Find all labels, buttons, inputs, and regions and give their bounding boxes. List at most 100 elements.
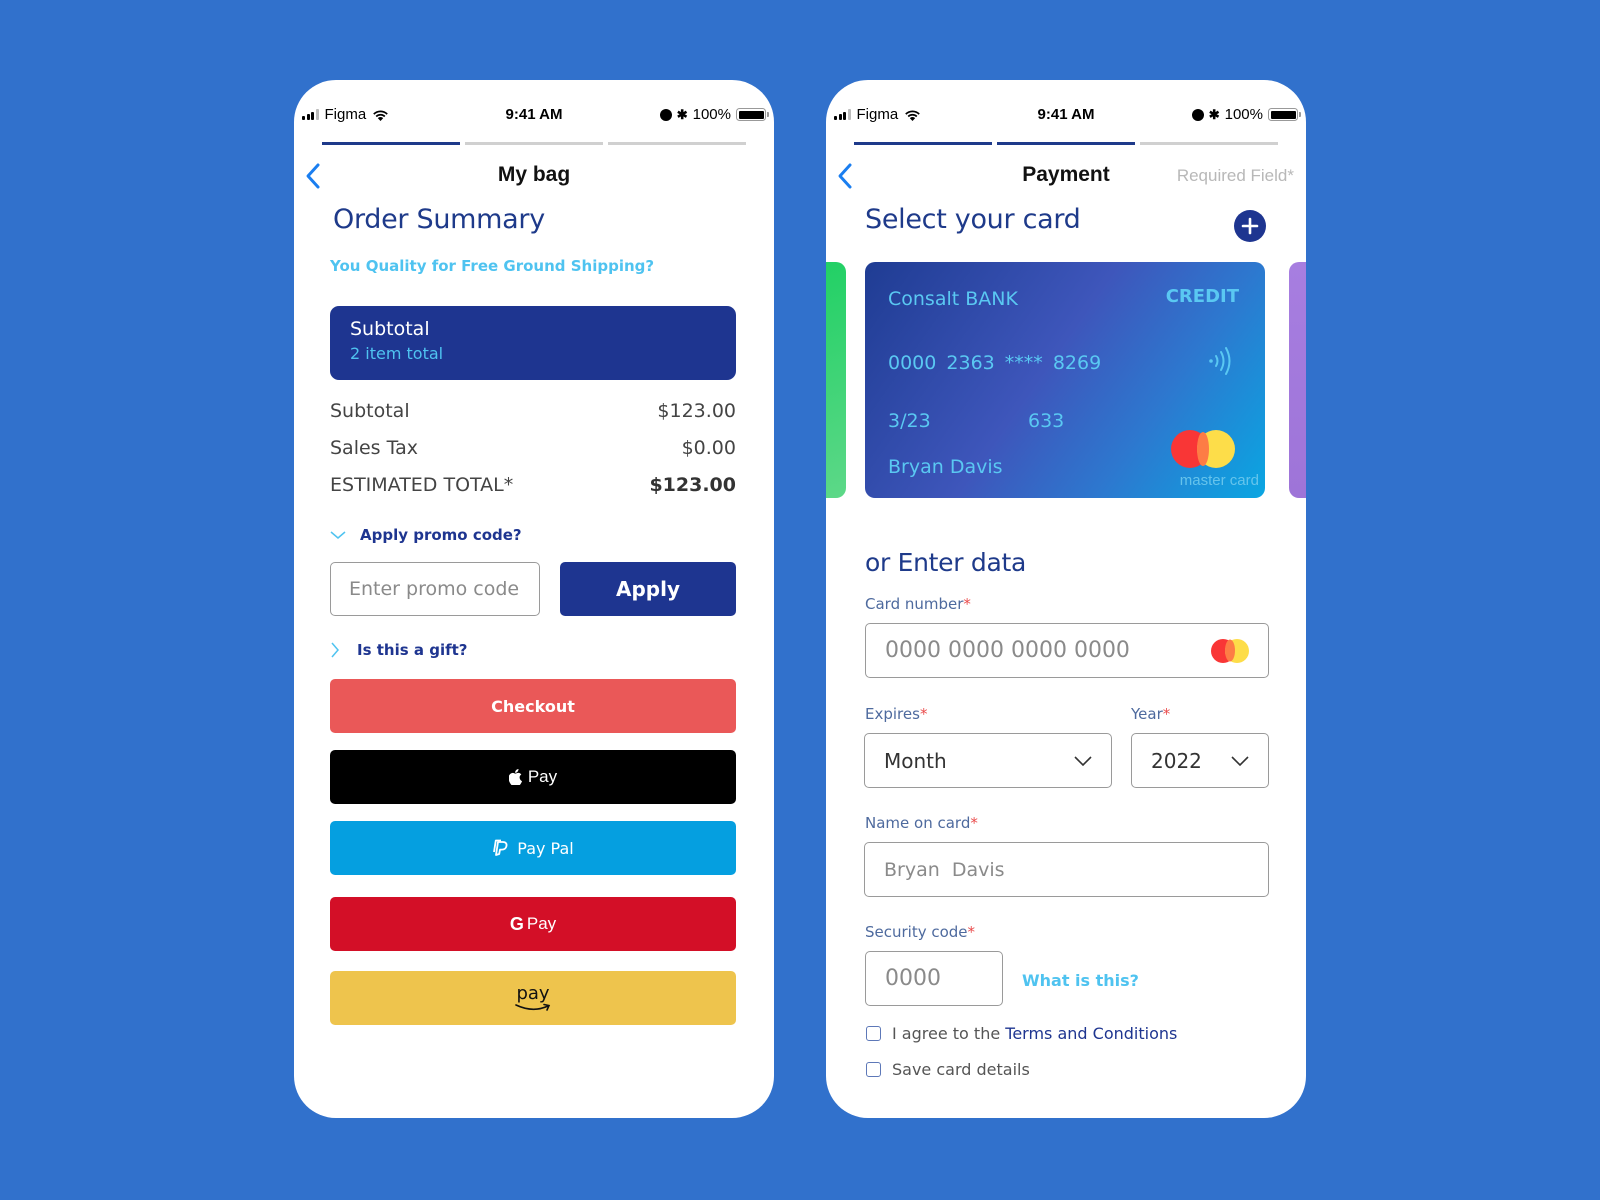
name-on-card-input[interactable] (884, 858, 1249, 881)
required-asterisk: * (970, 814, 978, 832)
apple-logo-icon (508, 769, 522, 785)
progress-step (997, 142, 1135, 145)
chevron-down-icon (1231, 755, 1249, 766)
paypal-logo-icon (493, 839, 508, 856)
card-network: master card (1179, 472, 1259, 489)
nav-bar: Payment Required Field* (826, 150, 1306, 200)
progress-step (465, 142, 603, 145)
enter-data-heading: or Enter data (865, 548, 1026, 577)
label-text: Year (1131, 705, 1163, 723)
card-type: CREDIT (1165, 286, 1239, 307)
battery-icon (736, 108, 769, 121)
bluetooth-icon: ✱ (1208, 106, 1220, 122)
apple-pay-label: Pay (527, 767, 558, 786)
plus-icon (1241, 217, 1259, 235)
chevron-down-icon (330, 531, 346, 539)
terms-checkbox[interactable] (866, 1026, 881, 1041)
estimated-total-row: ESTIMATED TOTAL* $123.00 (330, 474, 736, 496)
required-asterisk: * (967, 923, 976, 941)
terms-link[interactable]: Terms and Conditions (1005, 1024, 1177, 1043)
selected-month: Month (884, 748, 947, 773)
expiry-month-select[interactable]: Month (864, 733, 1112, 788)
checkout-button[interactable]: Checkout (330, 679, 736, 733)
save-card-label: Save card details (892, 1060, 1030, 1079)
gift-toggle[interactable]: Is this a gift? (330, 641, 468, 659)
card-number-label: Card number* (865, 595, 971, 613)
alarm-icon (659, 108, 672, 121)
next-card[interactable] (1289, 262, 1306, 498)
status-bar: Figma 9:41 AM ✱ 100% (294, 104, 774, 126)
amazon-pay-label: pay (516, 982, 550, 1004)
paypal-label: Pay Pal (517, 838, 574, 858)
apple-pay-button[interactable]: Pay (330, 750, 736, 804)
line-label: Sales Tax (330, 437, 418, 459)
item-count: 2 item total (350, 344, 444, 363)
google-g-icon: G (509, 913, 524, 934)
expiry-year-select[interactable]: 2022 (1131, 733, 1269, 788)
free-shipping-link[interactable]: You Quality for Free Ground Shipping? (330, 257, 654, 275)
subtotal-row: Subtotal $123.00 (330, 400, 736, 422)
progress-step (608, 142, 746, 145)
battery-icon (1268, 108, 1301, 121)
line-label: ESTIMATED TOTAL* (330, 474, 514, 496)
apply-button[interactable]: Apply (560, 562, 736, 616)
checkout-progress (322, 142, 746, 145)
line-label: Subtotal (330, 400, 410, 422)
google-pay-label: Pay (526, 914, 557, 933)
previous-card[interactable] (826, 262, 846, 498)
label-text: Name on card (865, 814, 971, 832)
paypal-button[interactable]: Pay Pal (330, 821, 736, 875)
chevron-down-icon (1074, 755, 1092, 766)
mastercard-logo-icon (1171, 430, 1235, 468)
payment-screen: Figma 9:41 AM ✱ 100% Payment Required Fi… (826, 80, 1306, 1118)
name-on-card-label: Name on card* (865, 814, 978, 832)
expires-label: Expires* (865, 705, 927, 723)
label-text: Expires (865, 705, 920, 723)
bag-screen: Figma 9:41 AM ✱ 100% My bag Order Summar… (294, 80, 774, 1118)
subtotal-box-title: Subtotal (350, 318, 430, 340)
security-code-input[interactable] (885, 966, 983, 991)
subtotal-summary-box: Subtotal 2 item total (330, 306, 736, 380)
amazon-pay-button[interactable]: pay (330, 971, 736, 1025)
required-field-note: Required Field* (1176, 166, 1294, 185)
what-is-this-link[interactable]: What is this? (1022, 971, 1139, 990)
google-pay-button[interactable]: G Pay (330, 897, 736, 951)
battery-percent: 100% (1224, 106, 1263, 123)
line-value: $0.00 (681, 437, 736, 459)
card-number-field[interactable] (865, 623, 1269, 678)
alarm-icon (1191, 108, 1204, 121)
progress-step (854, 142, 992, 145)
selected-credit-card[interactable]: Consalt BANK CREDIT 0000 2363 **** 8269 … (865, 262, 1265, 498)
security-code-label: Security code* (865, 923, 975, 941)
promo-code-input[interactable] (330, 562, 540, 616)
line-value: $123.00 (649, 474, 736, 496)
battery-percent: 100% (692, 106, 731, 123)
promo-code-toggle[interactable]: Apply promo code? (330, 526, 522, 544)
promo-toggle-label: Apply promo code? (360, 526, 522, 544)
terms-checkbox-row[interactable]: I agree to the Terms and Conditions (866, 1024, 1177, 1043)
bluetooth-icon: ✱ (676, 106, 688, 122)
terms-prefix: I agree to the (892, 1024, 1001, 1043)
security-code-field[interactable] (865, 951, 1003, 1006)
label-text: Card number (865, 595, 964, 613)
sales-tax-row: Sales Tax $0.00 (330, 437, 736, 459)
terms-text: I agree to the Terms and Conditions (892, 1024, 1177, 1043)
progress-step (1140, 142, 1278, 145)
save-card-checkbox-row[interactable]: Save card details (866, 1060, 1030, 1079)
gift-toggle-label: Is this a gift? (357, 641, 468, 659)
status-bar: Figma 9:41 AM ✱ 100% (826, 104, 1306, 126)
year-label: Year* (1131, 705, 1170, 723)
add-card-button[interactable] (1234, 210, 1266, 242)
page-title: My bag (497, 163, 571, 186)
required-asterisk: * (963, 595, 971, 613)
name-on-card-field[interactable] (864, 842, 1269, 897)
order-summary-heading: Order Summary (333, 204, 545, 235)
mastercard-icon (1211, 638, 1249, 663)
required-asterisk: * (1162, 705, 1171, 723)
card-cvv: 633 (1028, 410, 1065, 432)
nav-bar: My bag (294, 150, 774, 200)
save-card-checkbox[interactable] (866, 1062, 881, 1077)
card-number-input[interactable] (885, 638, 1211, 663)
label-text: Security code (865, 923, 968, 941)
contactless-icon (1209, 347, 1231, 375)
